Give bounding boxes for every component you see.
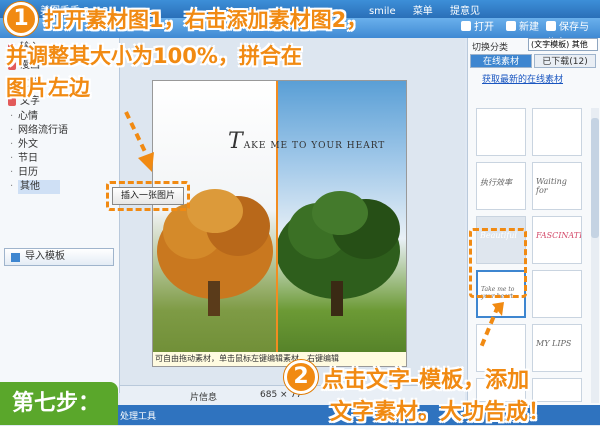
sidebar-sub-slang[interactable]: 网络流行语 [10,124,68,138]
autumn-tree-image [157,189,273,316]
photo-left-autumn-tree [153,81,278,366]
open-button[interactable]: 打开 [455,20,500,36]
step-2-number: 2 [284,360,318,394]
step-badge: 第七步： [0,382,118,425]
panel-scrollbar[interactable] [591,108,599,403]
folder-icon [461,21,471,31]
user-name[interactable]: smile [369,6,396,17]
art-text-initial: T [228,129,244,154]
template-thumb[interactable]: MY LIPS [532,324,582,372]
template-thumb[interactable] [532,270,582,318]
new-label: 新建 [519,22,539,33]
template-thumb[interactable] [532,108,582,156]
import-icon [11,253,20,262]
feedback-item[interactable]: 提意见 [450,6,480,17]
sidebar-sub-festival[interactable]: 节日 [10,152,38,166]
tab-online[interactable]: 在线素材 [470,54,532,68]
thumb-text: 执行效率 [480,178,512,187]
scrollbar-thumb[interactable] [591,118,599,238]
sidebar-sub-mood[interactable]: 心情 [10,110,38,124]
step-2-text-line2: 文字素材。大功告成！ [330,400,551,425]
template-thumb[interactable]: Waiting for [532,162,582,210]
thumb-text: MY LIPS [536,339,572,348]
insert-button-highlight [106,181,190,211]
sidebar-sub-other[interactable]: 其他 [10,180,60,194]
green-tree-image [276,191,400,316]
arrow-down-icon [124,111,154,172]
thumb-text: FASCINATION [536,231,582,240]
step-1-number: 1 [4,2,38,36]
arrow-up-icon [478,302,504,351]
sidebar-sub-foreign[interactable]: 外文 [10,138,38,152]
title-menu: smile 菜单 提意见 [355,2,480,17]
save-share-button[interactable]: 保存与分享 [540,20,600,49]
edited-photo[interactable]: TAKE ME TO YOUR HEART 可自由拖动素材，单击鼠标左键编辑素材… [152,80,407,367]
template-thumb[interactable] [476,108,526,156]
import-label: 导入模板 [25,251,65,262]
tools-label[interactable]: 处理工具 [120,409,156,422]
save-icon [546,21,556,31]
category-select[interactable]: (文字模板) 其他 [528,38,598,51]
art-text-rest: AKE ME TO YOUR HEART [243,141,386,151]
new-icon [506,21,516,31]
photo-right-green-tree [276,81,406,366]
step-2-text-line1: 点击文字-模板，添加 [322,368,530,393]
switch-category-label: 切换分类 [472,43,509,53]
thumb-text: Waiting for [536,177,567,195]
sidebar-sub-calendar[interactable]: 日历 [10,166,38,180]
template-thumb[interactable]: FASCINATION [532,216,582,264]
step-1-text-line3: 图片左边 [6,76,90,100]
template-thumb[interactable]: 执行效率 [476,162,526,210]
tab-downloaded[interactable]: 已下载(12) [534,54,596,68]
step-1-text-line1: 打开素材图1，右击添加素材图2， [44,8,368,32]
template-highlight [469,228,527,298]
import-template-button[interactable]: 导入模板 [4,248,114,266]
new-button[interactable]: 新建 [500,20,545,36]
step-1-text-line2: 并调整其大小为100%，拼合在 [6,44,302,68]
image-info[interactable]: 片信息 [190,390,217,403]
get-online-link[interactable]: 获取最新的在线素材 [482,72,563,85]
menu-item[interactable]: 菜单 [413,6,433,17]
open-label: 打开 [474,22,494,33]
art-text-overlay[interactable]: TAKE ME TO YOUR HEART [228,129,385,154]
